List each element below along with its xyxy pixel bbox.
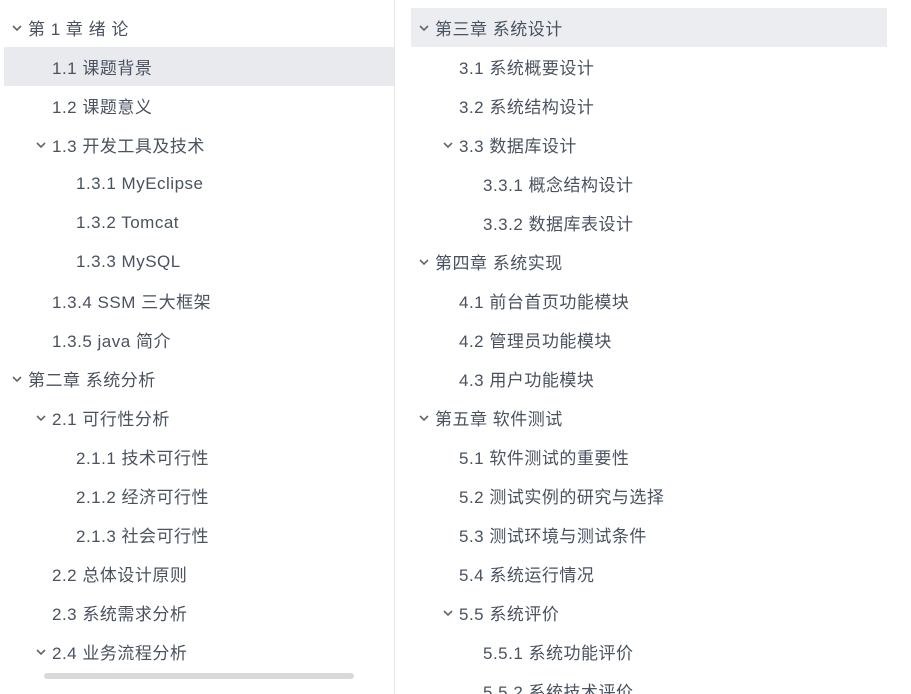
outline-item[interactable]: 1.3.3 MySQL (4, 242, 394, 281)
outline-item[interactable]: 5.4 系统运行情况 (411, 554, 907, 593)
outline-panel-left: 第 1 章 绪 论 1.1 课题背景 1.2 课题意义 1.3 开发工具及技术 1.3.… (0, 0, 395, 694)
chevron-down-icon[interactable] (32, 409, 50, 427)
outline-item[interactable]: 5.3 测试环境与测试条件 (411, 515, 907, 554)
outline-item-label: 3.2 系统结构设计 (459, 93, 594, 118)
outline-item[interactable]: 2.3 系统需求分析 (4, 593, 394, 632)
outline-item-label: 2.4 业务流程分析 (52, 639, 187, 664)
outline-item-label: 5.5 系统评价 (459, 600, 559, 625)
outline-item-label: 5.1 软件测试的重要性 (459, 444, 629, 469)
outline-item[interactable]: 3.3 数据库设计 (411, 125, 907, 164)
outline-item[interactable]: 第四章 系统实现 (411, 242, 907, 281)
outline-item[interactable]: 1.3.4 SSM 三大框架 (4, 281, 394, 320)
outline-item-label: 第三章 系统设计 (435, 15, 563, 40)
outline-item-label: 1.1 课题背景 (52, 54, 152, 79)
outline-item[interactable]: 5.2 测试实例的研究与选择 (411, 476, 907, 515)
outline-item[interactable]: 3.3.1 概念结构设计 (411, 164, 907, 203)
outline-item-label: 第五章 软件测试 (435, 405, 563, 430)
outline-item[interactable]: 4.1 前台首页功能模块 (411, 281, 907, 320)
outline-item-label: 1.3.5 java 简介 (52, 327, 171, 352)
outline-item-label: 5.5.1 系统功能评价 (483, 639, 634, 664)
outline-item[interactable]: 5.5 系统评价 (411, 593, 907, 632)
chevron-down-icon[interactable] (415, 409, 433, 427)
outline-item-label: 3.1 系统概要设计 (459, 54, 594, 79)
outline-item[interactable]: 3.3.2 数据库表设计 (411, 203, 907, 242)
outline-item[interactable]: 1.3 开发工具及技术 (4, 125, 394, 164)
outline-item-label: 1.2 课题意义 (52, 93, 152, 118)
outline-item-label: 5.4 系统运行情况 (459, 561, 594, 586)
outline-item-label: 5.5.2 系统技术评价 (483, 678, 634, 694)
chevron-down-icon[interactable] (32, 136, 50, 154)
outline-item[interactable]: 5.5.2 系统技术评价 (411, 671, 907, 694)
outline-item-label: 2.1.2 经济可行性 (76, 483, 209, 508)
outline-item[interactable]: 4.3 用户功能模块 (411, 359, 907, 398)
chevron-down-icon[interactable] (8, 370, 26, 388)
outline-item[interactable]: 2.1.3 社会可行性 (4, 515, 394, 554)
outline-item[interactable]: 3.2 系统结构设计 (411, 86, 907, 125)
outline-item-label: 3.3.1 概念结构设计 (483, 171, 634, 196)
outline-item-label: 5.2 测试实例的研究与选择 (459, 483, 664, 508)
outline-item[interactable]: 4.2 管理员功能模块 (411, 320, 907, 359)
outline-item[interactable]: 3.1 系统概要设计 (411, 47, 907, 86)
outline-item-label: 2.1.3 社会可行性 (76, 522, 209, 547)
outline-item-label: 1.3.1 MyEclipse (76, 174, 204, 194)
chevron-down-icon[interactable] (8, 19, 26, 37)
outline-item[interactable]: 第三章 系统设计 (411, 8, 887, 47)
outline-item[interactable]: 1.1 课题背景 (4, 47, 394, 86)
outline-item[interactable]: 2.1.1 技术可行性 (4, 437, 394, 476)
outline-item[interactable]: 第二章 系统分析 (4, 359, 394, 398)
chevron-down-icon[interactable] (32, 643, 50, 661)
outline-item-label: 2.3 系统需求分析 (52, 600, 187, 625)
outline-item-label: 第二章 系统分析 (28, 366, 156, 391)
outline-item-label: 2.1 可行性分析 (52, 405, 170, 430)
outline-item-label: 1.3 开发工具及技术 (52, 132, 205, 157)
outline-item-label: 3.3.2 数据库表设计 (483, 210, 634, 235)
outline-item-label: 5.3 测试环境与测试条件 (459, 522, 647, 547)
outline-item[interactable]: 1.3.5 java 简介 (4, 320, 394, 359)
outline-item-label: 第 1 章 绪 论 (28, 15, 129, 40)
outline-item[interactable]: 第五章 软件测试 (411, 398, 907, 437)
chevron-down-icon[interactable] (439, 136, 457, 154)
outline-item[interactable]: 1.2 课题意义 (4, 86, 394, 125)
outline-item[interactable]: 5.5.1 系统功能评价 (411, 632, 907, 671)
outline-item-label: 第四章 系统实现 (435, 249, 563, 274)
chevron-down-icon[interactable] (415, 253, 433, 271)
outline-panel-right: 第三章 系统设计 3.1 系统概要设计 3.2 系统结构设计 3.3 数据库设计 3.3… (395, 0, 911, 694)
outline-item[interactable]: 第 1 章 绪 论 (4, 8, 394, 47)
outline-item-label: 4.3 用户功能模块 (459, 366, 594, 391)
outline-item-label: 2.1.1 技术可行性 (76, 444, 209, 469)
horizontal-scrollbar[interactable] (44, 673, 354, 679)
outline-item[interactable]: 2.2 总体设计原则 (4, 554, 394, 593)
chevron-down-icon[interactable] (439, 604, 457, 622)
outline-item[interactable]: 2.4 业务流程分析 (4, 632, 394, 671)
outline-item[interactable]: 5.1 软件测试的重要性 (411, 437, 907, 476)
outline-item-label: 1.3.2 Tomcat (76, 213, 179, 233)
outline-item[interactable]: 1.3.1 MyEclipse (4, 164, 394, 203)
chevron-down-icon[interactable] (415, 19, 433, 37)
outline-item[interactable]: 2.1 可行性分析 (4, 398, 394, 437)
outline-item[interactable]: 2.1.2 经济可行性 (4, 476, 394, 515)
outline-item-label: 3.3 数据库设计 (459, 132, 577, 157)
outline-item-label: 2.2 总体设计原则 (52, 561, 187, 586)
outline-item[interactable]: 1.3.2 Tomcat (4, 203, 394, 242)
outline-item-label: 1.3.3 MySQL (76, 252, 181, 272)
outline-item-label: 4.2 管理员功能模块 (459, 327, 612, 352)
outline-item-label: 1.3.4 SSM 三大框架 (52, 288, 211, 313)
outline-item-label: 4.1 前台首页功能模块 (459, 288, 629, 313)
